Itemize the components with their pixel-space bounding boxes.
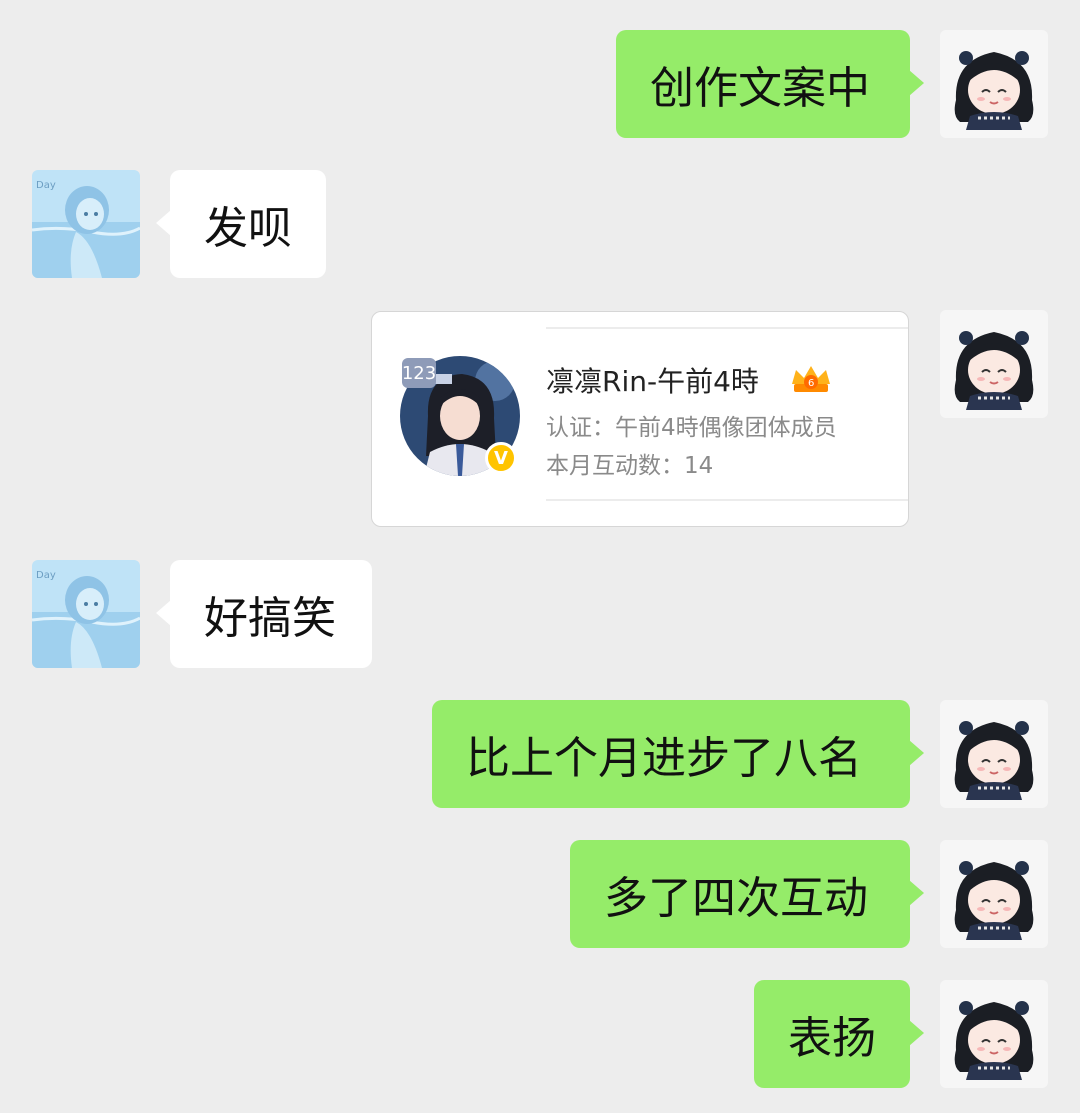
message-bubble-outgoing[interactable]: 多了四次互动 [570,840,924,948]
verified-v-icon: V [485,442,517,474]
self-avatar[interactable] [940,700,1048,808]
message-text: 表扬 [788,1013,876,1064]
message-bubble-outgoing[interactable]: 创作文案中 [616,30,924,138]
svg-text:Day: Day [36,570,56,581]
card-divider [546,327,908,329]
message-text: 好搞笑 [204,593,336,644]
self-avatar-icon [940,310,1048,418]
crown-level-icon: 6 [792,366,830,392]
card-certification: 认证：午前4時偶像团体成员 [546,415,837,441]
self-avatar[interactable] [940,980,1048,1088]
message-text: 比上个月进步了八名 [466,733,862,784]
message-bubble-incoming[interactable]: 好搞笑 [156,560,372,668]
friend-avatar[interactable]: Day [32,170,140,278]
self-avatar[interactable] [940,310,1048,418]
card-interactions: 本月互动数：14 [546,453,714,479]
message-text: 创作文案中 [650,63,870,114]
svg-text:Day: Day [36,180,56,191]
self-avatar-icon [940,980,1048,1088]
self-avatar[interactable] [940,30,1048,138]
shared-profile-card[interactable]: 123 V 凛凛Rin-午前4時 6 认证：午前4時偶像团体成员 本月互动数：1… [371,311,909,527]
message-text: 多了四次互动 [604,873,868,924]
friend-avatar-icon: Day [32,170,140,278]
friend-avatar-icon: Day [32,560,140,668]
friend-avatar[interactable]: Day [32,560,140,668]
fan-level-badge: 123 [402,358,436,388]
message-bubble-outgoing[interactable]: 表扬 [754,980,924,1088]
message-text: 发呗 [204,203,292,254]
message-bubble-incoming[interactable]: 发呗 [156,170,326,278]
self-avatar-icon [940,700,1048,808]
card-user-name: 凛凛Rin-午前4時 [546,365,759,398]
crown-level-number: 6 [808,378,814,389]
self-avatar-icon [940,840,1048,948]
self-avatar[interactable] [940,840,1048,948]
card-divider [546,499,908,501]
message-bubble-outgoing[interactable]: 比上个月进步了八名 [432,700,924,808]
self-avatar-icon [940,30,1048,138]
